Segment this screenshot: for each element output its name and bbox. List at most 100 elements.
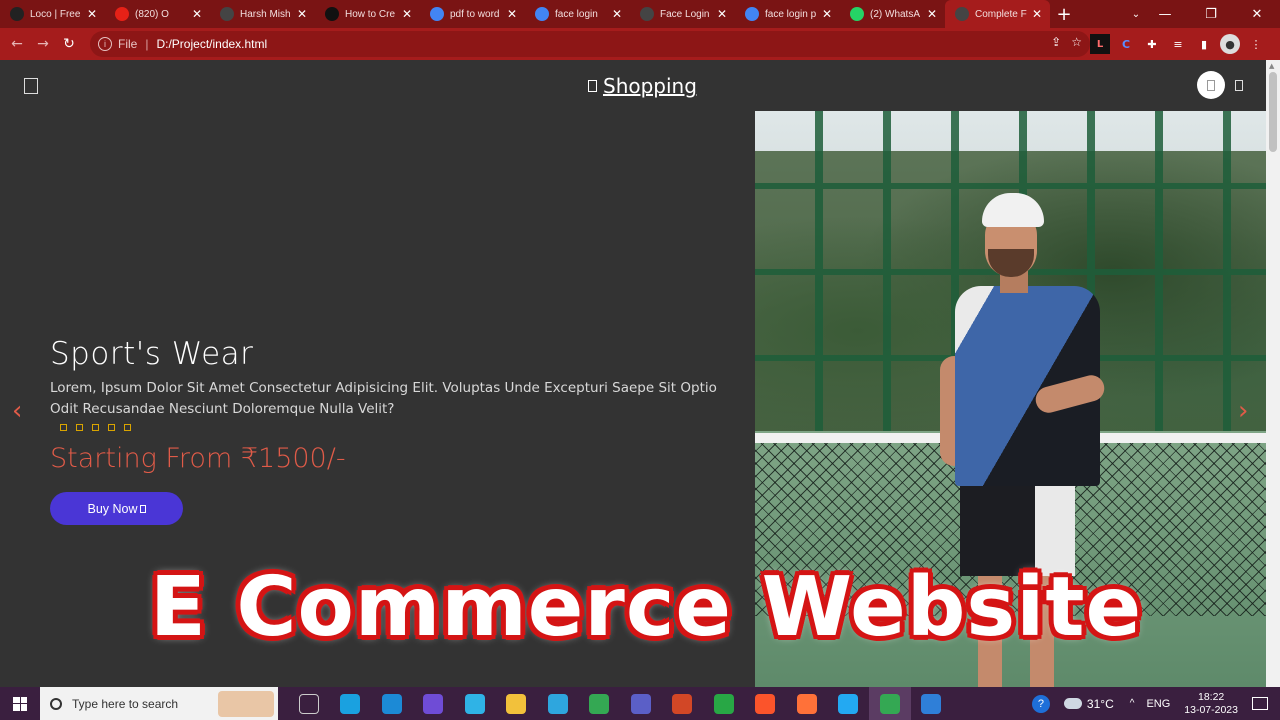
star-icon <box>76 424 83 431</box>
taskbar-app[interactable] <box>703 687 745 720</box>
clock-date: 13-07-2023 <box>1184 703 1238 716</box>
browser-tab[interactable]: Complete F ✕ <box>945 0 1050 28</box>
share-icon[interactable]: ⇪ <box>1051 35 1061 49</box>
tab-close-icon[interactable]: ✕ <box>715 7 729 21</box>
puzzle-icon[interactable]: ✚ <box>1142 34 1162 54</box>
tab-close-icon[interactable]: ✕ <box>820 7 834 21</box>
tab-close-icon[interactable]: ✕ <box>400 7 414 21</box>
browser-tab[interactable]: Face Login ✕ <box>630 0 735 28</box>
star-icon <box>108 424 115 431</box>
browser-tab[interactable]: Harsh Mish ✕ <box>210 0 315 28</box>
new-tab-button[interactable]: + <box>1050 0 1078 28</box>
tabs-container: Loco | Free ✕ (820) O ✕ Harsh Mish ✕ How to Cr… <box>0 0 1050 28</box>
browser-tab[interactable]: face login ✕ <box>525 0 630 28</box>
taskbar-app[interactable] <box>828 687 870 720</box>
user-icon[interactable] <box>1235 80 1243 91</box>
tab-title: face login p <box>765 8 817 20</box>
browser-tab[interactable]: How to Cre ✕ <box>315 0 420 28</box>
reload-button[interactable]: ↻ <box>56 31 82 57</box>
star-icon <box>124 424 131 431</box>
cortana-icon <box>464 693 485 714</box>
taskbar-app[interactable] <box>330 687 372 720</box>
taskbar-app[interactable] <box>537 687 579 720</box>
tab-close-icon[interactable]: ✕ <box>190 7 204 21</box>
tab-favicon-icon <box>640 7 654 21</box>
tab-close-icon[interactable]: ✕ <box>505 7 519 21</box>
vscode-icon <box>838 693 859 714</box>
taskbar-app[interactable] <box>454 687 496 720</box>
tab-close-icon[interactable]: ✕ <box>610 7 624 21</box>
tab-close-icon[interactable]: ✕ <box>295 7 309 21</box>
menu-icon[interactable] <box>24 78 38 94</box>
c-extension-icon[interactable]: C <box>1116 34 1136 54</box>
tab-title: (2) WhatsA <box>870 8 921 20</box>
maximize-button[interactable]: ❐ <box>1188 0 1234 28</box>
omnibox[interactable]: i File | D:/Project/index.html ⇪ ☆ <box>90 31 1090 57</box>
taskbar-app[interactable] <box>371 687 413 720</box>
tab-title: Loco | Free <box>30 8 81 20</box>
start-button[interactable] <box>0 687 40 720</box>
taskbar-search[interactable]: Type here to search <box>40 687 278 720</box>
weather-widget[interactable]: 31°C <box>1063 697 1114 711</box>
tab-favicon-icon <box>325 7 339 21</box>
scrollbar-thumb[interactable] <box>1269 72 1277 152</box>
tab-favicon-icon <box>745 7 759 21</box>
language-indicator[interactable]: ENG <box>1146 698 1170 710</box>
media-icon[interactable]: ≡ <box>1168 34 1188 54</box>
next-slide-arrow[interactable]: › <box>1238 396 1248 426</box>
taskbar-app[interactable] <box>786 687 828 720</box>
taskbar-app[interactable] <box>745 687 787 720</box>
close-window-button[interactable]: ✕ <box>1234 0 1280 28</box>
clock[interactable]: 18:22 13-07-2023 <box>1184 691 1238 717</box>
tab-favicon-icon <box>535 7 549 21</box>
browser-tab[interactable]: pdf to word ✕ <box>420 0 525 28</box>
scroll-up-icon[interactable]: ▲ <box>1269 62 1274 70</box>
more-icon[interactable]: ⋮ <box>1246 34 1266 54</box>
tab-title: How to Cre <box>345 8 396 20</box>
bookmark-star-icon[interactable]: ☆ <box>1071 35 1082 49</box>
profile-avatar[interactable]: ● <box>1220 34 1240 54</box>
browser-tab[interactable]: (820) O ✕ <box>105 0 210 28</box>
tab-favicon-icon <box>115 7 129 21</box>
minimize-button[interactable]: — <box>1142 0 1188 28</box>
info-icon[interactable]: i <box>98 37 112 51</box>
taskbar-app[interactable] <box>662 687 704 720</box>
browser-tab[interactable]: Loco | Free ✕ <box>0 0 105 28</box>
browser-tab[interactable]: face login p ✕ <box>735 0 840 28</box>
search-icon <box>50 697 62 710</box>
notification-icon[interactable] <box>1252 697 1268 710</box>
url-separator: | <box>145 37 149 51</box>
task-view-icon <box>298 693 319 714</box>
page-scrollbar[interactable]: ▲ <box>1266 60 1280 687</box>
logo-text[interactable]: Shopping <box>603 74 697 98</box>
buy-now-button[interactable]: Buy Now <box>50 492 183 525</box>
tray-chevron-icon[interactable]: ^ <box>1130 698 1135 709</box>
l-extension-icon[interactable]: L <box>1090 34 1110 54</box>
url-text[interactable]: D:/Project/index.html <box>156 37 267 51</box>
powerpoint-icon <box>672 693 693 714</box>
help-icon[interactable]: ? <box>1031 694 1050 713</box>
site-logo[interactable]: Shopping <box>588 74 697 98</box>
back-button[interactable]: ← <box>4 31 30 57</box>
tab-close-icon[interactable]: ✕ <box>85 7 99 21</box>
taskbar-app[interactable] <box>579 687 621 720</box>
cart-button[interactable] <box>1197 71 1225 99</box>
overlay-title: E Commerce Website <box>149 560 1143 655</box>
address-bar: ← → ↻ i File | D:/Project/index.html ⇪ ☆… <box>0 28 1280 60</box>
prev-slide-arrow[interactable]: ‹ <box>12 396 22 426</box>
taskbar-app[interactable] <box>413 687 455 720</box>
taskbar-app[interactable] <box>496 687 538 720</box>
cart-icon <box>139 504 146 513</box>
tab-close-icon[interactable]: ✕ <box>1030 7 1044 21</box>
taskbar-app[interactable] <box>869 687 911 720</box>
taskbar-app[interactable] <box>911 687 953 720</box>
sidepanel-icon[interactable]: ▮ <box>1194 34 1214 54</box>
shopping-bag-icon <box>588 80 597 92</box>
forward-button[interactable]: → <box>30 31 56 57</box>
power-automate-icon <box>423 693 444 714</box>
taskbar-app[interactable] <box>620 687 662 720</box>
taskbar-app[interactable] <box>288 687 330 720</box>
omnibox-actions: ⇪ ☆ <box>1051 35 1082 49</box>
tab-close-icon[interactable]: ✕ <box>925 7 939 21</box>
browser-tab[interactable]: (2) WhatsA ✕ <box>840 0 945 28</box>
